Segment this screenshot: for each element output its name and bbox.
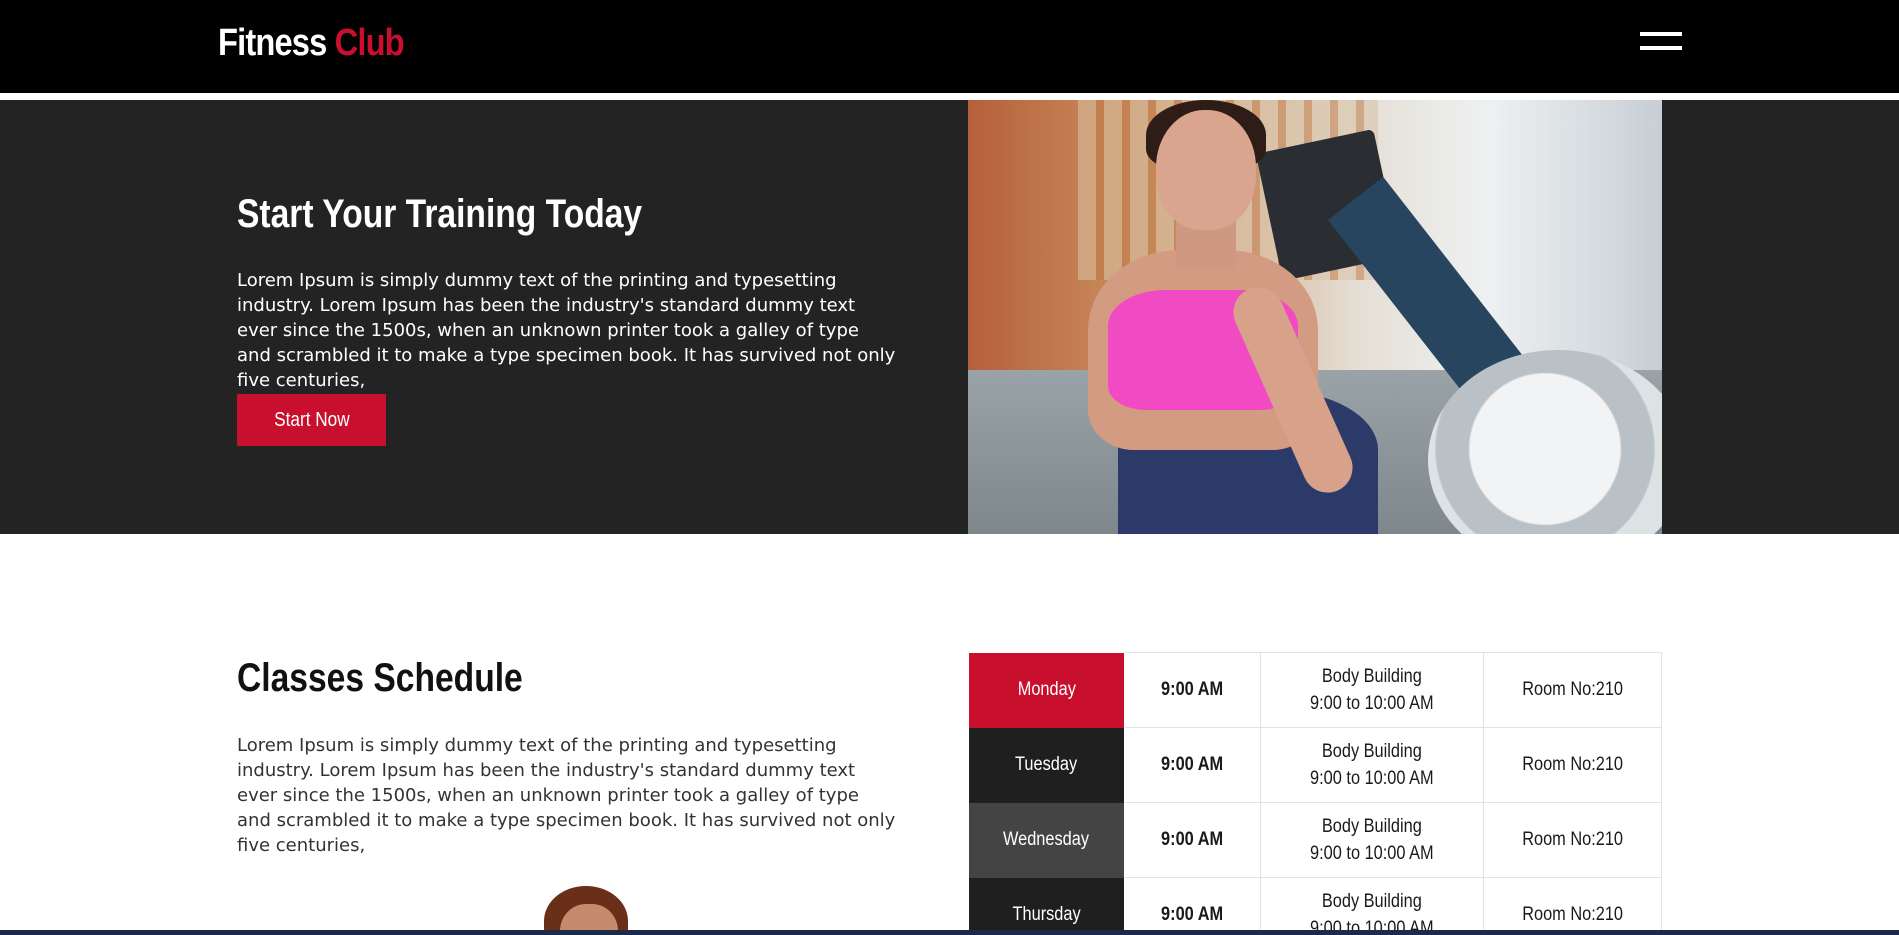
page-bottom-edge xyxy=(0,930,1899,935)
schedule-time-cell: 9:00 AM xyxy=(1123,652,1261,728)
schedule-time-cell: 9:00 AM xyxy=(1123,727,1261,803)
schedule-room: Room No:210 xyxy=(1522,679,1624,700)
schedule-time: 9:00 AM xyxy=(1161,754,1224,775)
hamburger-menu-icon[interactable] xyxy=(1640,30,1682,54)
schedule-class-time: 9:00 to 10:00 AM xyxy=(1310,693,1434,714)
schedule-day-cell: Wednesday xyxy=(968,802,1125,878)
hero-description: Lorem Ipsum is simply dummy text of the … xyxy=(237,270,896,391)
schedule-day-cell: Monday xyxy=(968,652,1125,728)
schedule-day: Monday xyxy=(1017,679,1076,700)
schedule-time-cell: 9:00 AM xyxy=(1123,877,1261,935)
schedule-class-name: Body Building xyxy=(1321,741,1422,762)
trainer-photo xyxy=(536,886,636,935)
athlete-head xyxy=(1156,110,1256,230)
schedule-class-time: 9:00 to 10:00 AM xyxy=(1310,768,1434,789)
schedule-room-cell: Room No:210 xyxy=(1483,877,1662,935)
schedule-class-cell: Body Building 9:00 to 10:00 AM xyxy=(1259,877,1485,935)
start-now-button[interactable]: Start Now xyxy=(237,394,386,446)
schedule-time-cell: 9:00 AM xyxy=(1123,802,1261,878)
hero-training-photo xyxy=(968,100,1662,534)
schedule-room-cell: Room No:210 xyxy=(1483,652,1662,728)
schedule-day-cell: Tuesday xyxy=(968,727,1125,803)
schedule-class-time: 9:00 to 10:00 AM xyxy=(1310,843,1434,864)
hero-title: Start Your Training Today xyxy=(237,192,643,236)
logo-accent-text: Club xyxy=(334,22,405,64)
schedule-class-name: Body Building xyxy=(1321,891,1422,912)
schedule-day-cell: Thursday xyxy=(968,877,1125,935)
classes-schedule-description: Lorem Ipsum is simply dummy text of the … xyxy=(237,735,896,856)
schedule-class-cell: Body Building 9:00 to 10:00 AM xyxy=(1259,727,1485,803)
schedule-class-cell: Body Building 9:00 to 10:00 AM xyxy=(1259,802,1485,878)
schedule-class-name: Body Building xyxy=(1321,816,1422,837)
schedule-time: 9:00 AM xyxy=(1161,829,1224,850)
schedule-room: Room No:210 xyxy=(1522,754,1624,775)
classes-schedule-title: Classes Schedule xyxy=(237,656,523,700)
schedule-class-name: Body Building xyxy=(1321,666,1422,687)
schedule-day: Wednesday xyxy=(1003,829,1090,850)
schedule-row: Monday 9:00 AM Body Building 9:00 to 10:0… xyxy=(968,652,1662,728)
menu-line-top xyxy=(1640,32,1682,36)
schedule-day: Tuesday xyxy=(1015,754,1078,775)
schedule-time: 9:00 AM xyxy=(1161,679,1224,700)
athlete-figure xyxy=(1038,100,1378,534)
menu-line-bottom xyxy=(1640,46,1682,50)
site-header: Fitness Club xyxy=(0,0,1899,93)
start-now-label: Start Now xyxy=(273,408,350,431)
schedule-room-cell: Room No:210 xyxy=(1483,802,1662,878)
schedule-room: Room No:210 xyxy=(1522,829,1624,850)
schedule-row: Wednesday 9:00 AM Body Building 9:00 to 1… xyxy=(968,802,1662,878)
schedule-room: Room No:210 xyxy=(1522,904,1624,925)
header-divider xyxy=(0,93,1899,100)
site-logo[interactable]: Fitness Club xyxy=(218,22,405,65)
schedule-room-cell: Room No:210 xyxy=(1483,727,1662,803)
hero-section: Start Your Training Today Lorem Ipsum is… xyxy=(0,100,1899,534)
schedule-row: Thursday 9:00 AM Body Building 9:00 to 10… xyxy=(968,877,1662,935)
schedule-class-cell: Body Building 9:00 to 10:00 AM xyxy=(1259,652,1485,728)
schedule-table: Monday 9:00 AM Body Building 9:00 to 10:0… xyxy=(968,652,1662,935)
logo-main-text: Fitness xyxy=(218,22,327,64)
schedule-day: Thursday xyxy=(1012,904,1081,925)
schedule-row: Tuesday 9:00 AM Body Building 9:00 to 10:… xyxy=(968,727,1662,803)
schedule-time: 9:00 AM xyxy=(1161,904,1224,925)
